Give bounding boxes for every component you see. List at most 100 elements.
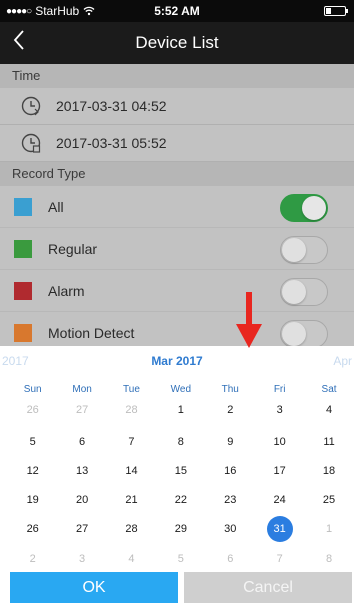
record-type-toggle[interactable] (280, 236, 328, 264)
record-type-toggle[interactable] (280, 278, 328, 306)
calendar-day-label: 23 (224, 494, 237, 506)
weekday-label: Thu (221, 384, 239, 395)
calendar-day-label: 15 (174, 465, 187, 477)
calendar-day-selected[interactable]: 31 (255, 516, 304, 542)
date-picker: 2017 Mar 2017 Apr Sun Mon Tue Wed Thu Fri Sat … (0, 346, 354, 603)
calendar-day-label: 24 (273, 494, 286, 506)
calendar-day-label: 27 (75, 404, 89, 416)
calendar-week: 12 13 14 15 16 17 18 (8, 460, 354, 482)
calendar-day[interactable]: 28 (107, 518, 156, 540)
record-type-label: Motion Detect (48, 324, 135, 341)
calendar-day-label: 5 (177, 553, 184, 565)
calendar-day[interactable]: 5 (156, 548, 205, 570)
calendar-day[interactable]: 13 (57, 460, 106, 482)
calendar-day-label: 8 (177, 436, 184, 448)
calendar-day-label: 5 (29, 436, 36, 448)
weekday-label: Tue (123, 384, 140, 395)
cancel-button[interactable]: Cancel (184, 572, 352, 603)
calendar-day[interactable]: 19 (8, 489, 57, 511)
record-type-label: All (48, 198, 64, 215)
calendar-day[interactable]: 4 (107, 548, 156, 570)
color-swatch (14, 239, 32, 258)
calendar-day[interactable]: 27 (57, 399, 106, 421)
nav-bar: Device List (0, 22, 354, 64)
toggle-knob (302, 196, 326, 220)
calendar-day[interactable]: 7 (107, 431, 156, 453)
calendar-day[interactable]: 11 (304, 431, 353, 453)
calendar-day[interactable]: 2 (8, 548, 57, 570)
calendar-day-label: 29 (174, 523, 187, 535)
calendar-day-label: 22 (174, 494, 187, 506)
next-month[interactable]: Apr (333, 354, 352, 368)
calendar-day[interactable]: 21 (107, 489, 156, 511)
status-time: 5:52 AM (154, 4, 200, 18)
calendar-day-label: 28 (125, 523, 138, 535)
calendar-day[interactable]: 6 (206, 548, 255, 570)
calendar-day[interactable]: 20 (57, 489, 106, 511)
color-swatch (14, 323, 32, 342)
calendar-week: 5 6 7 8 9 10 11 (8, 431, 354, 453)
calendar-day[interactable]: 17 (255, 460, 304, 482)
calendar-day[interactable]: 29 (156, 518, 205, 540)
toggle-knob (282, 322, 306, 346)
record-type-row: Alarm (0, 270, 354, 312)
record-type-toggle[interactable] (280, 194, 328, 222)
calendar-day[interactable]: 3 (57, 548, 106, 570)
record-type-toggle[interactable] (280, 320, 328, 346)
calendar-day[interactable]: 8 (156, 431, 205, 453)
calendar-day[interactable]: 24 (255, 489, 304, 511)
calendar-day[interactable]: 2 (206, 399, 255, 421)
calendar-day[interactable]: 9 (206, 431, 255, 453)
calendar-day[interactable]: 26 (8, 518, 57, 540)
weekday-label: Mon (72, 384, 92, 395)
record-type-label: Alarm (48, 282, 85, 299)
calendar-day[interactable]: 1 (304, 518, 353, 540)
record-type-row: Motion Detect (0, 312, 354, 346)
record-type-row: Regular (0, 228, 354, 270)
calendar-day[interactable]: 7 (255, 548, 304, 570)
calendar-day[interactable]: 23 (206, 489, 255, 511)
current-month: Mar 2017 (151, 354, 203, 368)
calendar-day[interactable]: 25 (304, 489, 353, 511)
calendar-day[interactable]: 14 (107, 460, 156, 482)
calendar-day[interactable]: 30 (206, 518, 255, 540)
calendar-day-label: 6 (79, 436, 86, 448)
start-time-row[interactable]: 2017-03-31 04:52 (0, 88, 354, 125)
calendar-day[interactable]: 6 (57, 431, 106, 453)
calendar-week: 26 27 28 29 30 31 1 (8, 516, 354, 542)
battery-icon (324, 6, 348, 16)
record-type-header: Record Type (0, 162, 354, 186)
calendar-day-label: 31 (273, 523, 286, 535)
calendar-day-label: 12 (26, 465, 39, 477)
calendar-day[interactable]: 12 (8, 460, 57, 482)
calendar-day[interactable]: 4 (304, 399, 353, 421)
calendar-day-label: 25 (322, 494, 336, 506)
calendar-day-label: 3 (276, 404, 283, 416)
calendar-day[interactable]: 16 (206, 460, 255, 482)
calendar-day[interactable]: 8 (304, 548, 353, 570)
toggle-knob (282, 280, 306, 304)
calendar-day-label: 4 (128, 553, 135, 565)
calendar-day[interactable]: 22 (156, 489, 205, 511)
calendar-day[interactable]: 18 (304, 460, 353, 482)
calendar-day-label: 1 (177, 404, 184, 416)
calendar-day-label: 11 (323, 436, 335, 448)
record-type-list: All Regular Alarm Motion Detect (0, 186, 354, 346)
calendar-day[interactable]: 3 (255, 399, 304, 421)
calendar-day[interactable]: 1 (156, 399, 205, 421)
calendar-day-label: 26 (26, 523, 39, 535)
battery-level (326, 8, 332, 14)
calendar-week: 26 27 28 1 2 3 4 (8, 399, 354, 421)
calendar-week: 19 20 21 22 23 24 25 (8, 489, 354, 511)
calendar-day-label: 20 (75, 494, 89, 506)
end-time-row[interactable]: 2017-03-31 05:52 (0, 125, 354, 162)
calendar-day[interactable]: 10 (255, 431, 304, 453)
calendar-day[interactable]: 28 (107, 399, 156, 421)
calendar-day[interactable]: 5 (8, 431, 57, 453)
calendar-day[interactable]: 15 (156, 460, 205, 482)
calendar-day[interactable]: 27 (57, 518, 106, 540)
calendar-day-label: 13 (75, 465, 89, 477)
weekday-label: Fri (273, 384, 286, 395)
ok-button[interactable]: OK (10, 572, 178, 603)
calendar-day[interactable]: 26 (8, 399, 57, 421)
